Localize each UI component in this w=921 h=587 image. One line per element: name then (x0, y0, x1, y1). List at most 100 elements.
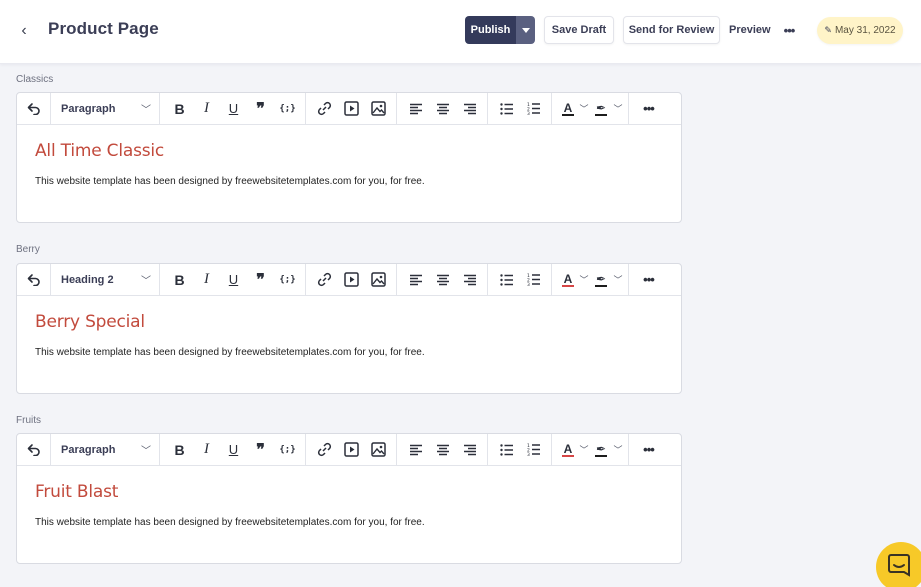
bullet-list-icon (499, 102, 513, 115)
code-button[interactable]: {;} (274, 97, 301, 121)
embed-video-button[interactable] (338, 97, 365, 121)
undo-button[interactable] (20, 97, 47, 121)
undo-icon (27, 103, 40, 115)
numbered-list-button[interactable]: 123 (520, 438, 547, 462)
content-paragraph: This website template has been designed … (35, 347, 425, 358)
video-icon (344, 272, 359, 287)
highlight-button[interactable]: ✒ (590, 438, 612, 462)
more-toolbar-button[interactable]: ••• (635, 438, 662, 462)
bullet-list-button[interactable] (493, 268, 520, 292)
content-paragraph: This website template has been designed … (35, 517, 425, 528)
quote-button[interactable]: ❞ (247, 268, 274, 292)
insert-image-button[interactable] (365, 268, 392, 292)
insert-group (306, 263, 397, 296)
editor-content[interactable]: All Time Classic This website template h… (35, 141, 425, 187)
chevron-down-icon: ﹀ (141, 276, 151, 287)
date-label: May 31, 2022 (834, 25, 896, 36)
list-group: 123 (488, 433, 552, 466)
embed-video-button[interactable] (338, 268, 365, 292)
more-options-button[interactable]: ••• (780, 16, 798, 44)
chevron-down-icon[interactable]: ﹀ (578, 273, 590, 286)
publish-dropdown-button[interactable] (516, 16, 535, 44)
publish-split-button: Publish (465, 16, 535, 44)
align-right-button[interactable] (456, 268, 483, 292)
link-button[interactable] (311, 97, 338, 121)
bullet-list-button[interactable] (493, 97, 520, 121)
date-badge[interactable]: ✎ May 31, 2022 (817, 17, 903, 44)
insert-image-button[interactable] (365, 97, 392, 121)
italic-button[interactable]: I (193, 438, 220, 462)
text-style-group: B I U ❞ {;} (160, 92, 306, 125)
underline-button[interactable]: U (220, 97, 247, 121)
publish-button[interactable]: Publish (465, 16, 516, 44)
undo-button[interactable] (20, 268, 47, 292)
link-icon (317, 442, 332, 457)
text-style-group: B I U ❞ {;} (160, 263, 306, 296)
numbered-list-button[interactable]: 123 (520, 268, 547, 292)
quote-button[interactable]: ❞ (247, 438, 274, 462)
underline-button[interactable]: U (220, 438, 247, 462)
editor-content[interactable]: Fruit Blast This website template has be… (35, 482, 425, 528)
numbered-list-icon: 123 (527, 273, 540, 286)
bullet-list-button[interactable] (493, 438, 520, 462)
align-center-button[interactable] (429, 268, 456, 292)
align-group (397, 263, 488, 296)
numbered-list-icon: 123 (527, 102, 540, 115)
quote-button[interactable]: ❞ (247, 97, 274, 121)
chevron-down-icon[interactable]: ﹀ (612, 102, 624, 115)
chevron-down-icon[interactable]: ﹀ (578, 443, 590, 456)
more-toolbar-button[interactable]: ••• (635, 268, 662, 292)
send-for-review-button[interactable]: Send for Review (623, 16, 720, 44)
italic-button[interactable]: I (193, 268, 220, 292)
text-color-button[interactable]: A (558, 97, 578, 121)
align-left-button[interactable] (402, 268, 429, 292)
bold-button[interactable]: B (166, 97, 193, 121)
preview-button[interactable]: Preview (729, 16, 771, 44)
align-left-button[interactable] (402, 97, 429, 121)
chevron-down-icon: ﹀ (141, 446, 151, 457)
image-icon (371, 442, 386, 457)
underline-button[interactable]: U (220, 268, 247, 292)
link-button[interactable] (311, 438, 338, 462)
chevron-down-icon[interactable]: ﹀ (612, 273, 624, 286)
undo-button[interactable] (20, 438, 47, 462)
block-format-select[interactable]: Heading 2 ﹀ (51, 263, 160, 296)
editor-content[interactable]: Berry Special This website template has … (35, 312, 425, 358)
bold-button[interactable]: B (166, 438, 193, 462)
chat-icon (888, 554, 910, 577)
block-format-select[interactable]: Paragraph ﹀ (51, 433, 160, 466)
bold-button[interactable]: B (166, 268, 193, 292)
rich-text-editor-classics: Paragraph ﹀ B I U ❞ {;} 1 2 3 A ﹀ ✒ ﹀ ••… (16, 92, 682, 223)
content-heading: Fruit Blast (35, 482, 119, 502)
align-left-button[interactable] (402, 438, 429, 462)
undo-group (17, 433, 51, 466)
align-right-button[interactable] (456, 438, 483, 462)
highlight-button[interactable]: ✒ (590, 268, 612, 292)
align-group (397, 433, 488, 466)
insert-image-button[interactable] (365, 438, 392, 462)
align-center-button[interactable] (429, 438, 456, 462)
more-group: ••• (629, 93, 667, 125)
text-color-button[interactable]: A (558, 438, 578, 462)
align-center-button[interactable] (429, 97, 456, 121)
text-color-button[interactable]: A (558, 268, 578, 292)
numbered-list-button[interactable]: 123 (520, 97, 547, 121)
code-button[interactable]: {;} (274, 438, 301, 462)
block-format-select[interactable]: Paragraph ﹀ (51, 92, 160, 125)
save-draft-button[interactable]: Save Draft (544, 16, 614, 44)
back-button[interactable]: ‹ (14, 20, 34, 42)
more-toolbar-button[interactable]: ••• (635, 97, 662, 121)
color-group: A ﹀ ✒ ﹀ (552, 92, 629, 125)
rich-text-editor-fruits: Paragraph ﹀ B I U ❞ {;} 1 2 3 A ﹀ ✒ ﹀ ••… (16, 433, 682, 564)
align-right-button[interactable] (456, 97, 483, 121)
code-button[interactable]: {;} (274, 268, 301, 292)
embed-video-button[interactable] (338, 438, 365, 462)
chat-launcher-button[interactable] (876, 542, 921, 587)
align-center-icon (436, 274, 449, 285)
italic-button[interactable]: I (193, 97, 220, 121)
link-button[interactable] (311, 268, 338, 292)
chevron-down-icon[interactable]: ﹀ (612, 443, 624, 456)
chevron-down-icon[interactable]: ﹀ (578, 102, 590, 115)
video-icon (344, 101, 359, 116)
highlight-button[interactable]: ✒ (590, 97, 612, 121)
